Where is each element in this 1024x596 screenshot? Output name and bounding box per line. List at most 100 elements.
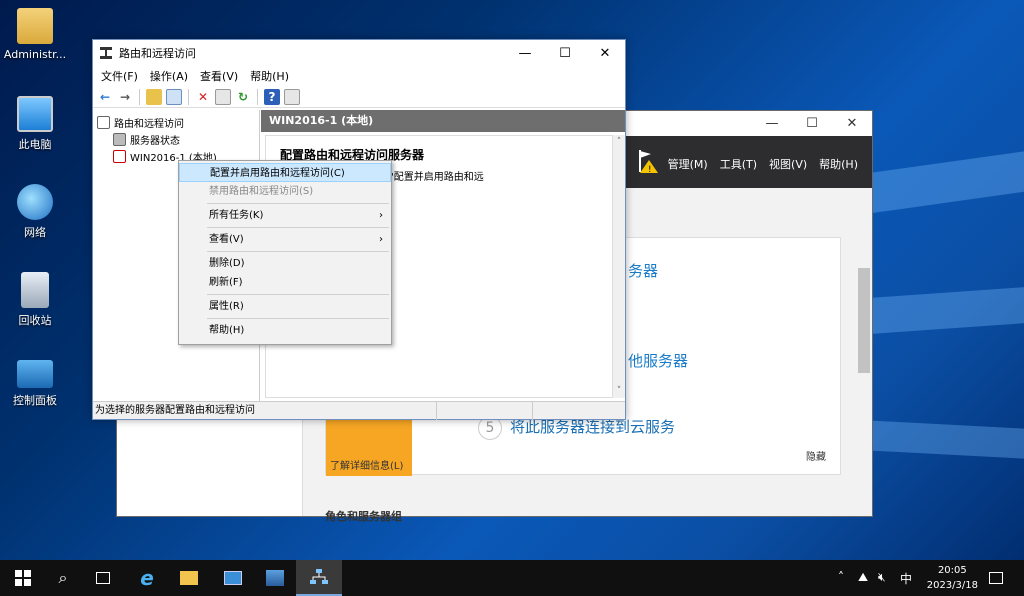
up-folder-icon[interactable] [146,88,162,105]
file-explorer-icon [180,571,198,585]
menu-item-all-tasks[interactable]: 所有任务(K) › [179,206,391,225]
menu-item-refresh[interactable]: 刷新(F) [179,273,391,292]
menu-item-view[interactable]: 查看(V) › [179,230,391,249]
rras-root-icon [97,116,110,129]
volume-mute-icon[interactable]: 🔇︎ [878,570,886,585]
control-panel-icon [17,360,53,388]
taskbar-server-manager[interactable] [210,560,256,596]
menu-view[interactable]: 查看(V) [200,68,238,84]
desktop-icon-recycle-bin[interactable]: 回收站 [0,272,70,328]
task-view-icon [96,572,110,584]
forward-arrow-icon[interactable]: → [117,89,133,105]
close-button[interactable]: ✕ [832,116,872,131]
rras-titlebar: 路由和远程访问 — ☐ ✕ [93,40,625,66]
minimize-button[interactable]: — [752,116,792,131]
network-icon [17,184,53,220]
menu-item-help[interactable]: 帮助(H) [179,321,391,340]
close-button[interactable]: ✕ [585,46,625,61]
menu-file[interactable]: 文件(F) [101,68,138,84]
maximize-button[interactable]: ☐ [545,46,585,61]
status-bar: 为选择的服务器配置路由和远程访问 [93,401,627,420]
admin-tools-icon [266,570,284,586]
windows-logo-icon [15,570,31,586]
chevron-right-icon: › [379,210,383,221]
server-manager-menu: 管理(M) 工具(T) 视图(V) 帮助(H) [668,156,858,172]
menu-help[interactable]: 帮助(H) [250,68,289,84]
user-folder-icon [17,8,53,44]
show-tree-icon[interactable] [166,88,182,105]
ime-indicator[interactable]: 中 [900,570,912,587]
hide-link[interactable]: 隐藏 [806,448,826,463]
step-label: 将此服务器连接到云服务 [510,418,676,436]
task-view-button[interactable] [80,560,126,596]
notification-flag-icon[interactable]: ! [637,148,659,174]
back-arrow-icon[interactable]: ← [97,89,113,105]
chevron-right-icon: › [379,234,383,245]
refresh-icon[interactable]: ↻ [235,89,251,105]
menu-item-delete[interactable]: 删除(D) [179,254,391,273]
network-tray-icon[interactable]: ⛰ [858,570,868,585]
desktop-icon-label: 此电脑 [18,138,52,151]
taskbar: ⌕ e ˄ ⛰ 🔇︎ 中 20:05 2023/3/18 [0,560,1024,596]
desktop-icon-label: Administr... [3,48,67,61]
tree-item-root[interactable]: 路由和远程访问 [93,114,259,131]
menu-action[interactable]: 操作(A) [150,68,188,84]
menu-item-configure-enable[interactable]: 配置并启用路由和远程访问(C) [179,163,391,182]
menu-item-properties[interactable]: 属性(R) [179,297,391,316]
scroll-up-icon[interactable]: ˄ [613,137,625,147]
taskbar-ie[interactable]: e [124,560,170,596]
taskbar-rras[interactable] [296,560,342,596]
scrollbar-thumb[interactable] [858,268,870,373]
system-clock[interactable]: 20:05 2023/3/18 [927,563,978,593]
delete-icon[interactable]: ✕ [195,89,211,105]
desktop-icon-label: 网络 [24,226,46,239]
menu-separator [207,227,389,228]
taskbar-powershell[interactable] [252,560,298,596]
menu-item-disable[interactable]: 禁用路由和远程访问(S) [179,182,391,201]
menu-separator [207,203,389,204]
menu-tools[interactable]: 工具(T) [720,156,757,172]
menu-help[interactable]: 帮助(H) [819,156,858,172]
desktop-icon-this-pc[interactable]: 此电脑 [0,96,70,152]
help-icon[interactable]: ? [264,88,280,105]
toolbar-separator [139,88,140,105]
wallpaper-beam [858,420,1024,462]
menu-item-label: 所有任务(K) [209,210,264,221]
properties-icon[interactable] [215,88,231,105]
menu-view[interactable]: 视图(V) [769,156,807,172]
desktop-icon-network[interactable]: 网络 [0,184,70,240]
menu-manage[interactable]: 管理(M) [668,156,708,172]
toolbar-separator [188,88,189,105]
rras-menubar: 文件(F) 操作(A) 查看(V) 帮助(H) [93,66,625,86]
rras-network-icon [310,569,328,584]
maximize-button[interactable]: ☐ [792,116,832,131]
internet-explorer-icon: e [140,566,154,590]
taskbar-explorer[interactable] [166,560,212,596]
menu-separator [207,294,389,295]
search-icon: ⌕ [58,568,68,587]
chevron-up-icon[interactable]: ˄ [838,570,844,584]
desktop-icon-administrator[interactable]: Administr... [0,8,70,61]
status-cell [436,402,532,420]
menu-separator [207,251,389,252]
rras-app-icon [100,47,112,59]
desktop-icon-label: 回收站 [18,314,52,327]
desktop-icon-control-panel[interactable]: 控制面板 [0,360,70,408]
console-icon[interactable] [284,88,300,105]
status-cell [532,402,627,420]
window-title: 路由和远程访问 [119,47,196,60]
rras-toolbar: ← → ✕ ↻ ? [93,86,625,108]
context-menu: 配置并启用路由和远程访问(C) 禁用路由和远程访问(S) 所有任务(K) › 查… [178,160,392,345]
details-scrollbar[interactable]: ˄ ˅ [613,135,625,398]
quick-start-item-partial[interactable]: 他服务器 [628,350,688,371]
minimize-button[interactable]: — [505,46,545,61]
desktop-icon-label: 控制面板 [13,394,57,407]
quick-start-item-partial[interactable]: 务器 [628,260,658,281]
scroll-down-icon[interactable]: ˅ [613,386,625,396]
action-center-button[interactable] [972,560,1020,596]
menu-separator [207,318,389,319]
tree-item-server-status[interactable]: 服务器状态 [93,131,259,148]
learn-more-link[interactable]: 了解详细信息(L) [330,457,403,472]
roles-section-label: 角色和服务器组 [325,510,402,523]
server-status-icon [113,133,126,146]
